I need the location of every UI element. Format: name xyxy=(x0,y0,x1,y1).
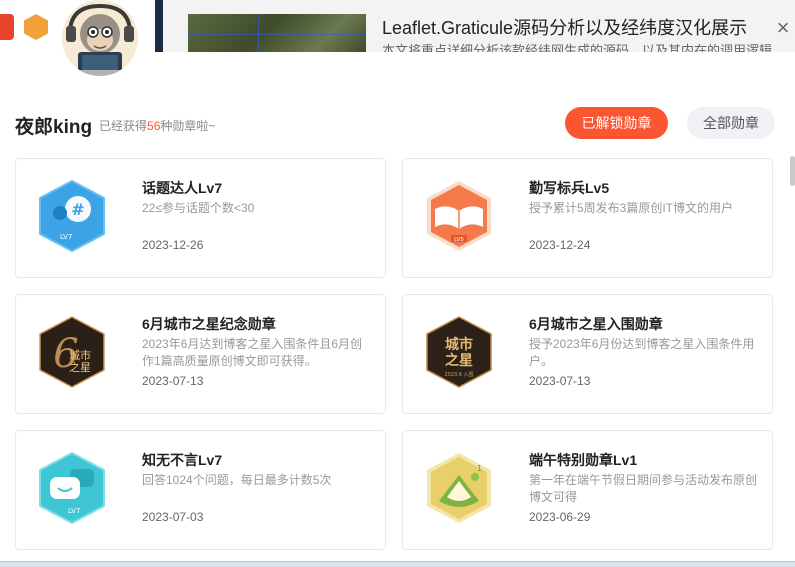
svg-text:城市: 城市 xyxy=(69,348,91,362)
badge-description: 回答1024个问题，每日最多计数5次 xyxy=(142,473,332,487)
badge-date: 2023-07-13 xyxy=(142,374,204,388)
city-star-finalist-icon: 城市 之星 2023.6 入围 xyxy=(426,316,492,388)
user-name: 夜郎king xyxy=(15,117,93,138)
answer-all-icon: LV7 xyxy=(39,451,105,525)
badge-name: 端午特别勋章Lv1 xyxy=(529,452,638,468)
badge-name: 话题达人Lv7 xyxy=(142,180,223,196)
badge-card-topic-talent[interactable]: # LV7 话题达人Lv7 22≤参与话题个数<30 2023-12-26 xyxy=(15,158,386,278)
avatar[interactable] xyxy=(62,0,138,76)
badge-date: 2023-12-26 xyxy=(142,238,204,252)
badge-card-city-star-memorial[interactable]: 6 城市 之星 6月城市之星纪念勋章 2023年6月达到博客之星入围条件且6月创… xyxy=(15,294,386,414)
unlocked-badges-button[interactable]: 已解锁勋章 xyxy=(565,107,668,139)
badge-card-diligent-writer[interactable]: LV5 勤写标兵Lv5 授予累计5周发布3篇原创IT博文的用户 2023-12-… xyxy=(402,158,773,278)
city-star-memorial-icon: 6 城市 之星 xyxy=(39,316,105,388)
svg-text:2023.6 入围: 2023.6 入围 xyxy=(444,372,473,378)
scrollbar-track[interactable] xyxy=(788,52,795,567)
badge-description: 第一年在端午节假日期间参与活动发布原创博文可得 xyxy=(529,473,758,504)
badge-name: 知无不言Lv7 xyxy=(142,452,223,468)
badge-name: 6月城市之星纪念勋章 xyxy=(142,316,276,332)
close-icon[interactable]: × xyxy=(773,17,793,39)
article-title: Leaflet.Graticule源码分析以及经纬度汉化展示 xyxy=(382,18,748,38)
svg-text:#: # xyxy=(71,200,84,219)
badge-card-answer-all[interactable]: LV7 知无不言Lv7 回答1024个问题，每日最多计数5次 2023-07-0… xyxy=(15,430,386,550)
dragon-boat-icon: 1 xyxy=(427,453,491,523)
taskbar-strip xyxy=(0,561,795,567)
svg-text:LV5: LV5 xyxy=(454,237,464,243)
badge-card-city-star-finalist[interactable]: 城市 之星 2023.6 入围 6月城市之星入围勋章 授予2023年6月份达到博… xyxy=(402,294,773,414)
badge-date: 2023-06-29 xyxy=(529,510,591,524)
badge-count-number: 56 xyxy=(147,119,161,133)
badge-date: 2023-12-24 xyxy=(529,238,591,252)
all-badges-button[interactable]: 全部勋章 xyxy=(687,107,775,139)
badge-description: 22≤参与话题个数<30 xyxy=(142,201,255,215)
badge-count-suffix: 种勋章啦~ xyxy=(160,119,216,133)
svg-text:LV7: LV7 xyxy=(60,233,72,241)
svg-text:城市: 城市 xyxy=(445,336,473,353)
background-app-icon xyxy=(0,14,14,40)
svg-text:1: 1 xyxy=(477,464,482,473)
svg-text:之星: 之星 xyxy=(445,352,473,369)
badge-description: 授予2023年6月份达到博客之星入围条件用户。 xyxy=(529,337,755,368)
diligent-writer-icon: LV5 xyxy=(427,181,491,251)
badge-description: 授予累计5周发布3篇原创IT博文的用户 xyxy=(529,201,734,215)
topic-talent-icon: # LV7 xyxy=(39,179,105,253)
scrollbar-thumb[interactable] xyxy=(790,156,795,186)
badge-description: 2023年6月达到博客之星入围条件且6月创作1篇高质量原创博文即可获得。 xyxy=(142,337,363,368)
monkey-avatar-icon xyxy=(62,0,138,76)
modal-header: 夜郎king 已经获得56种勋章啦~ 已解锁勋章 全部勋章 xyxy=(15,107,775,140)
badge-name: 6月城市之星入围勋章 xyxy=(529,316,663,332)
badge-card-dragon-boat[interactable]: 1 端午特别勋章Lv1 第一年在端午节假日期间参与活动发布原创博文可得 2023… xyxy=(402,430,773,550)
badge-count-text: 已经获得56种勋章啦~ xyxy=(99,117,215,134)
badge-date: 2023-07-13 xyxy=(529,374,591,388)
svg-text:LV7: LV7 xyxy=(68,507,80,515)
svg-text:之星: 之星 xyxy=(69,360,91,374)
badge-name: 勤写标兵Lv5 xyxy=(529,180,610,196)
badge-count-prefix: 已经获得 xyxy=(99,119,148,133)
badge-date: 2023-07-03 xyxy=(142,510,204,524)
